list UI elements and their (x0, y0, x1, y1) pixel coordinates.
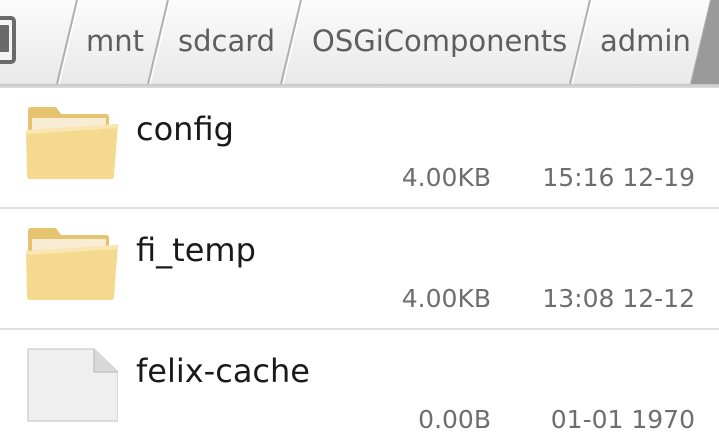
breadcrumb-item-mnt[interactable]: mnt (86, 20, 144, 62)
phone-device-icon[interactable] (0, 16, 16, 64)
file-size: 0.00B (418, 405, 491, 434)
file-size: 4.00KB (401, 284, 491, 313)
folder-icon (26, 228, 118, 300)
list-item-config[interactable]: config 4.00KB 15:16 12-19 (0, 88, 719, 209)
file-date: 15:16 12-19 (542, 163, 695, 192)
breadcrumb-item-osgicomponents[interactable]: OSGiComponents (312, 20, 567, 62)
file-name: felix-cache (136, 352, 310, 390)
file-name: fi_temp (136, 231, 256, 269)
breadcrumb-item-admin[interactable]: admin (600, 20, 691, 62)
file-browser-screen: mnt sdcard OSGiComponents admin config 4… (0, 0, 719, 447)
file-icon (27, 348, 118, 422)
list-item-fi-temp[interactable]: fi_temp 4.00KB 13:08 12-12 (0, 209, 719, 330)
breadcrumb-item-sdcard[interactable]: sdcard (178, 20, 275, 62)
file-date: 01-01 1970 (550, 405, 695, 434)
list-item-felix-cache[interactable]: felix-cache 0.00B 01-01 1970 (0, 330, 719, 447)
file-name: config (136, 110, 234, 148)
file-size: 4.00KB (401, 163, 491, 192)
folder-icon (26, 107, 118, 179)
breadcrumb: mnt sdcard OSGiComponents admin (0, 0, 719, 84)
file-date: 13:08 12-12 (542, 284, 695, 313)
